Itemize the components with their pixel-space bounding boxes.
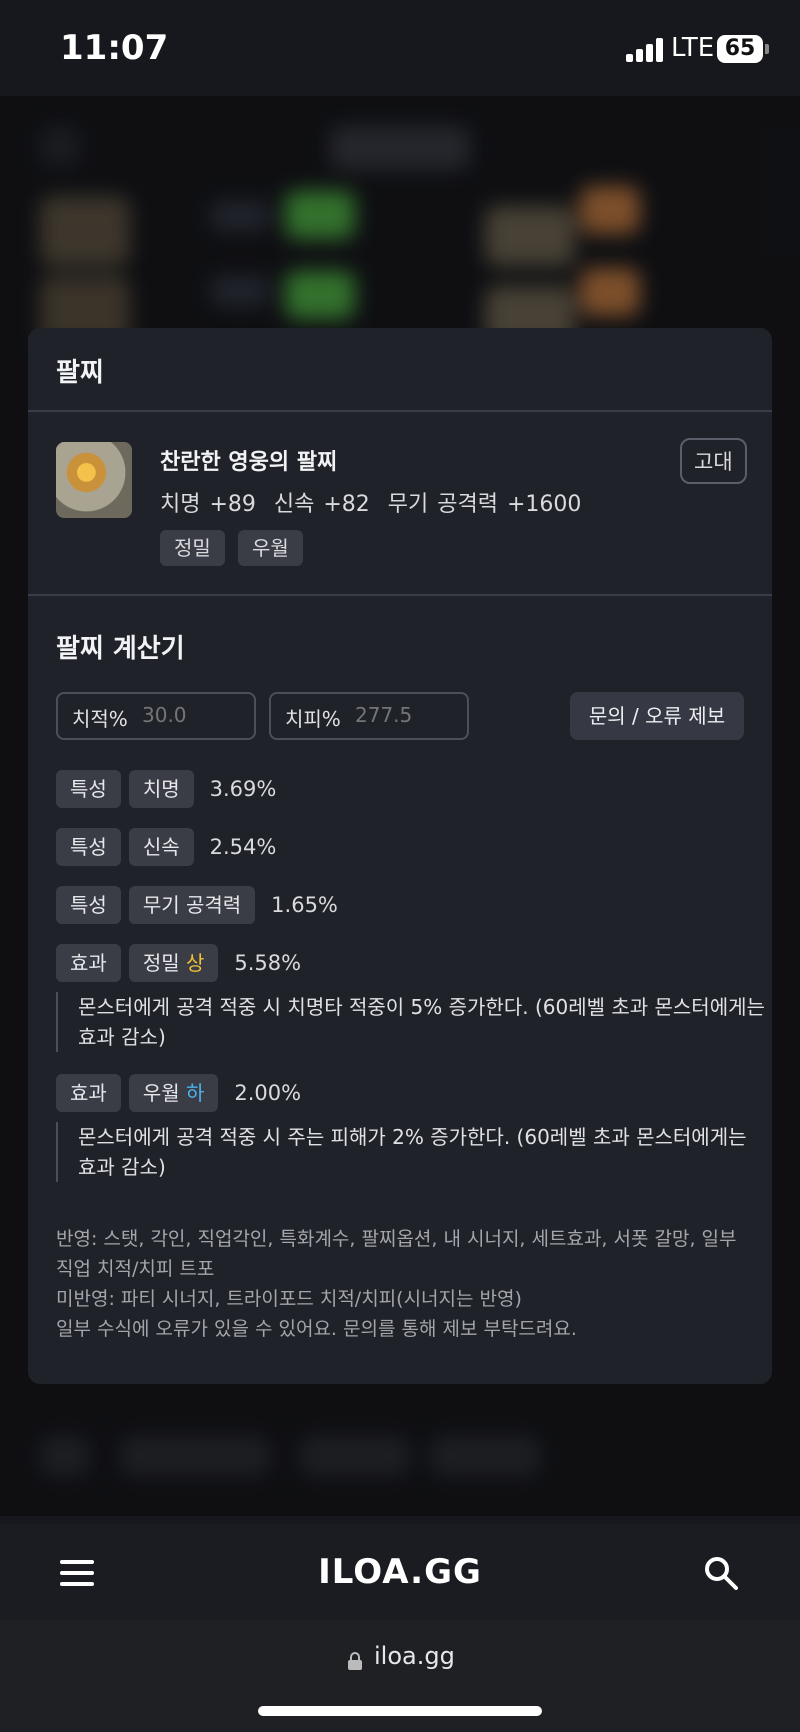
search-icon[interactable]	[704, 1556, 738, 1590]
note-disclaimer: 일부 수식에 오류가 있을 수 있어요. 문의를 통해 제보 부탁드려요.	[56, 1318, 577, 1340]
bracelet-modal: 팔찌 찬란한 영웅의 팔찌 고대 치명 +89 신속 +82 무기 공격력 +1…	[28, 328, 772, 1384]
row-value: 3.69%	[209, 777, 277, 801]
effect-description: 몬스터에게 공격 적중 시 주는 피해가 2% 증가한다. (60레벨 초과 몬…	[56, 1122, 768, 1182]
site-logo[interactable]: ILOA.GG	[0, 1552, 800, 1592]
result-row: 효과 정밀 상 5.58%	[56, 944, 301, 982]
item-grade-badge: 고대	[680, 438, 747, 484]
item-stats: 치명 +89 신속 +82 무기 공격력 +1600	[160, 492, 582, 517]
result-row: 특성 치명 3.69%	[56, 770, 276, 808]
result-row: 특성 무기 공격력 1.65%	[56, 886, 338, 924]
item-name: 찬란한 영웅의 팔찌	[160, 450, 338, 475]
row-value: 2.54%	[209, 835, 277, 859]
crit-damage-field[interactable]: 치피%	[269, 692, 469, 740]
row-value: 5.58%	[234, 951, 302, 975]
grade-low: 하	[185, 1081, 205, 1105]
bottom-navbar: ILOA.GG	[0, 1524, 800, 1620]
row-name: 신속	[128, 828, 194, 866]
effect-description: 몬스터에게 공격 적중 시 치명타 적중이 5% 증가한다. (60레벨 초과 …	[56, 992, 768, 1052]
row-type: 특성	[56, 828, 121, 866]
row-name: 정밀 상	[128, 944, 219, 982]
item-tag: 정밀	[160, 530, 225, 566]
grade-high: 상	[185, 951, 205, 975]
row-name: 무기 공격력	[128, 886, 256, 924]
calculator-notes: 반영: 스탯, 각인, 직업각인, 특화계수, 팔찌옵션, 내 시너지, 세트효…	[56, 1224, 746, 1344]
status-bar: 11:07 LTE 65	[0, 0, 800, 96]
status-time: 11:07	[60, 28, 169, 68]
calculator-title: 팔찌 계산기	[56, 634, 185, 664]
row-type: 특성	[56, 886, 121, 924]
row-type: 효과	[56, 1074, 121, 1112]
bracelet-item-image	[56, 442, 132, 518]
modal-title: 팔찌	[56, 358, 104, 388]
crit-rate-input[interactable]	[142, 701, 242, 729]
item-tag: 우월	[238, 530, 303, 566]
row-value: 1.65%	[271, 893, 338, 917]
url-text: iloa.gg	[374, 1642, 455, 1670]
row-name: 치명	[128, 770, 194, 808]
note-not-reflected: 미반영: 파티 시너지, 트라이포드 치적/치피(시너지는 반영)	[56, 1288, 522, 1310]
crit-rate-field[interactable]: 치적%	[56, 692, 256, 740]
divider	[28, 410, 772, 412]
crit-rate-label: 치적%	[72, 707, 128, 731]
row-name: 우월 하	[128, 1074, 219, 1112]
crit-damage-label: 치피%	[285, 707, 341, 731]
network-type: LTE	[671, 33, 715, 63]
signal-icon	[626, 38, 664, 62]
lock-icon	[348, 1652, 362, 1670]
row-type: 효과	[56, 944, 121, 982]
note-reflected: 반영: 스탯, 각인, 직업각인, 특화계수, 팔찌옵션, 내 시너지, 세트효…	[56, 1228, 737, 1280]
row-type: 특성	[56, 770, 121, 808]
result-row: 특성 신속 2.54%	[56, 828, 276, 866]
divider	[28, 594, 772, 596]
row-value: 2.00%	[234, 1081, 302, 1105]
result-row: 효과 우월 하 2.00%	[56, 1074, 301, 1112]
home-indicator	[258, 1706, 542, 1716]
battery-icon: 65	[717, 35, 763, 63]
crit-damage-input[interactable]	[355, 701, 455, 729]
report-button[interactable]: 문의 / 오류 제보	[570, 692, 744, 740]
